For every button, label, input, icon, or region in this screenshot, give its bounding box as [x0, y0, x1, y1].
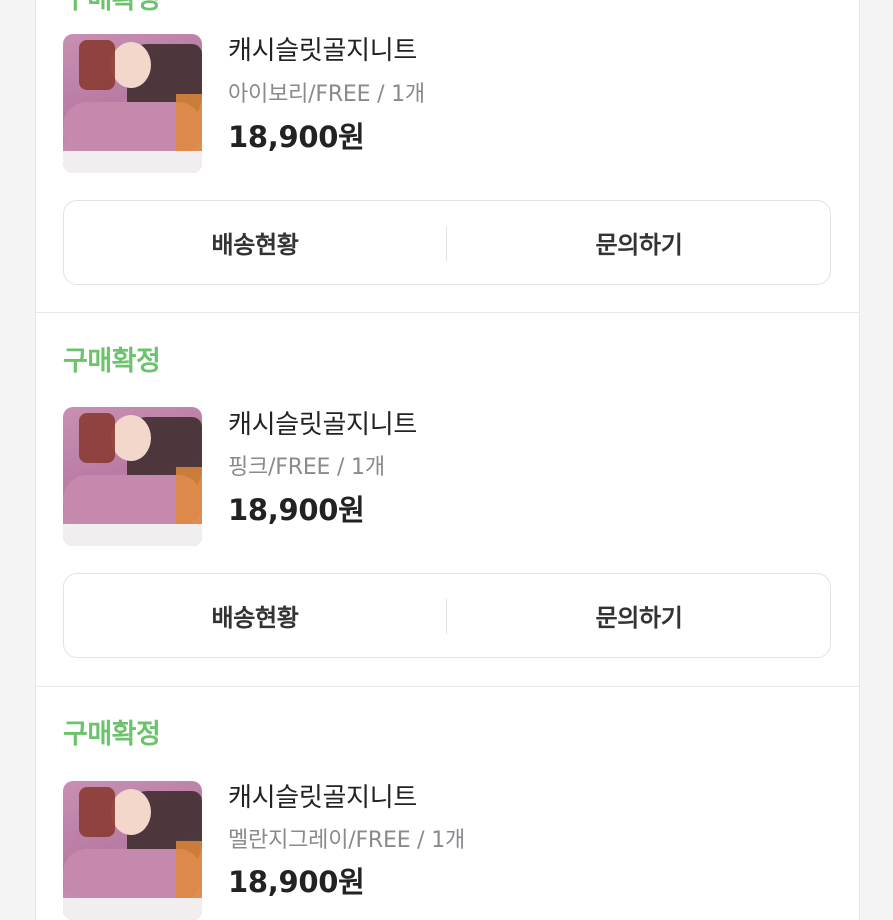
- order-action-buttons: 배송현황 문의하기: [63, 573, 831, 658]
- order-status-label: 구매확정: [63, 346, 161, 377]
- product-price: 18,900원: [228, 120, 365, 154]
- inquiry-button[interactable]: 문의하기: [448, 574, 830, 657]
- order-action-buttons: 배송현황 문의하기: [63, 200, 831, 285]
- product-name[interactable]: 캐시슬릿골지니트: [228, 38, 417, 64]
- product-name[interactable]: 캐시슬릿골지니트: [228, 785, 417, 811]
- button-divider: [446, 226, 447, 261]
- product-thumbnail[interactable]: [63, 34, 202, 173]
- product-price: 18,900원: [228, 493, 365, 527]
- inquiry-button[interactable]: 문의하기: [448, 201, 830, 284]
- product-thumbnail[interactable]: [63, 781, 202, 920]
- product-thumbnail[interactable]: [63, 407, 202, 546]
- product-option: 아이보리/FREE / 1개: [228, 82, 425, 107]
- order-status-label: 구매확정: [63, 719, 161, 750]
- order-status-label: 구매확정: [63, 0, 161, 13]
- product-option: 핑크/FREE / 1개: [228, 455, 385, 480]
- product-option: 멜란지그레이/FREE / 1개: [228, 828, 466, 853]
- order-divider: [35, 686, 859, 687]
- product-name[interactable]: 캐시슬릿골지니트: [228, 412, 417, 438]
- button-divider: [446, 599, 447, 634]
- delivery-status-button[interactable]: 배송현황: [64, 201, 446, 284]
- order-divider: [35, 312, 859, 313]
- delivery-status-button[interactable]: 배송현황: [64, 574, 446, 657]
